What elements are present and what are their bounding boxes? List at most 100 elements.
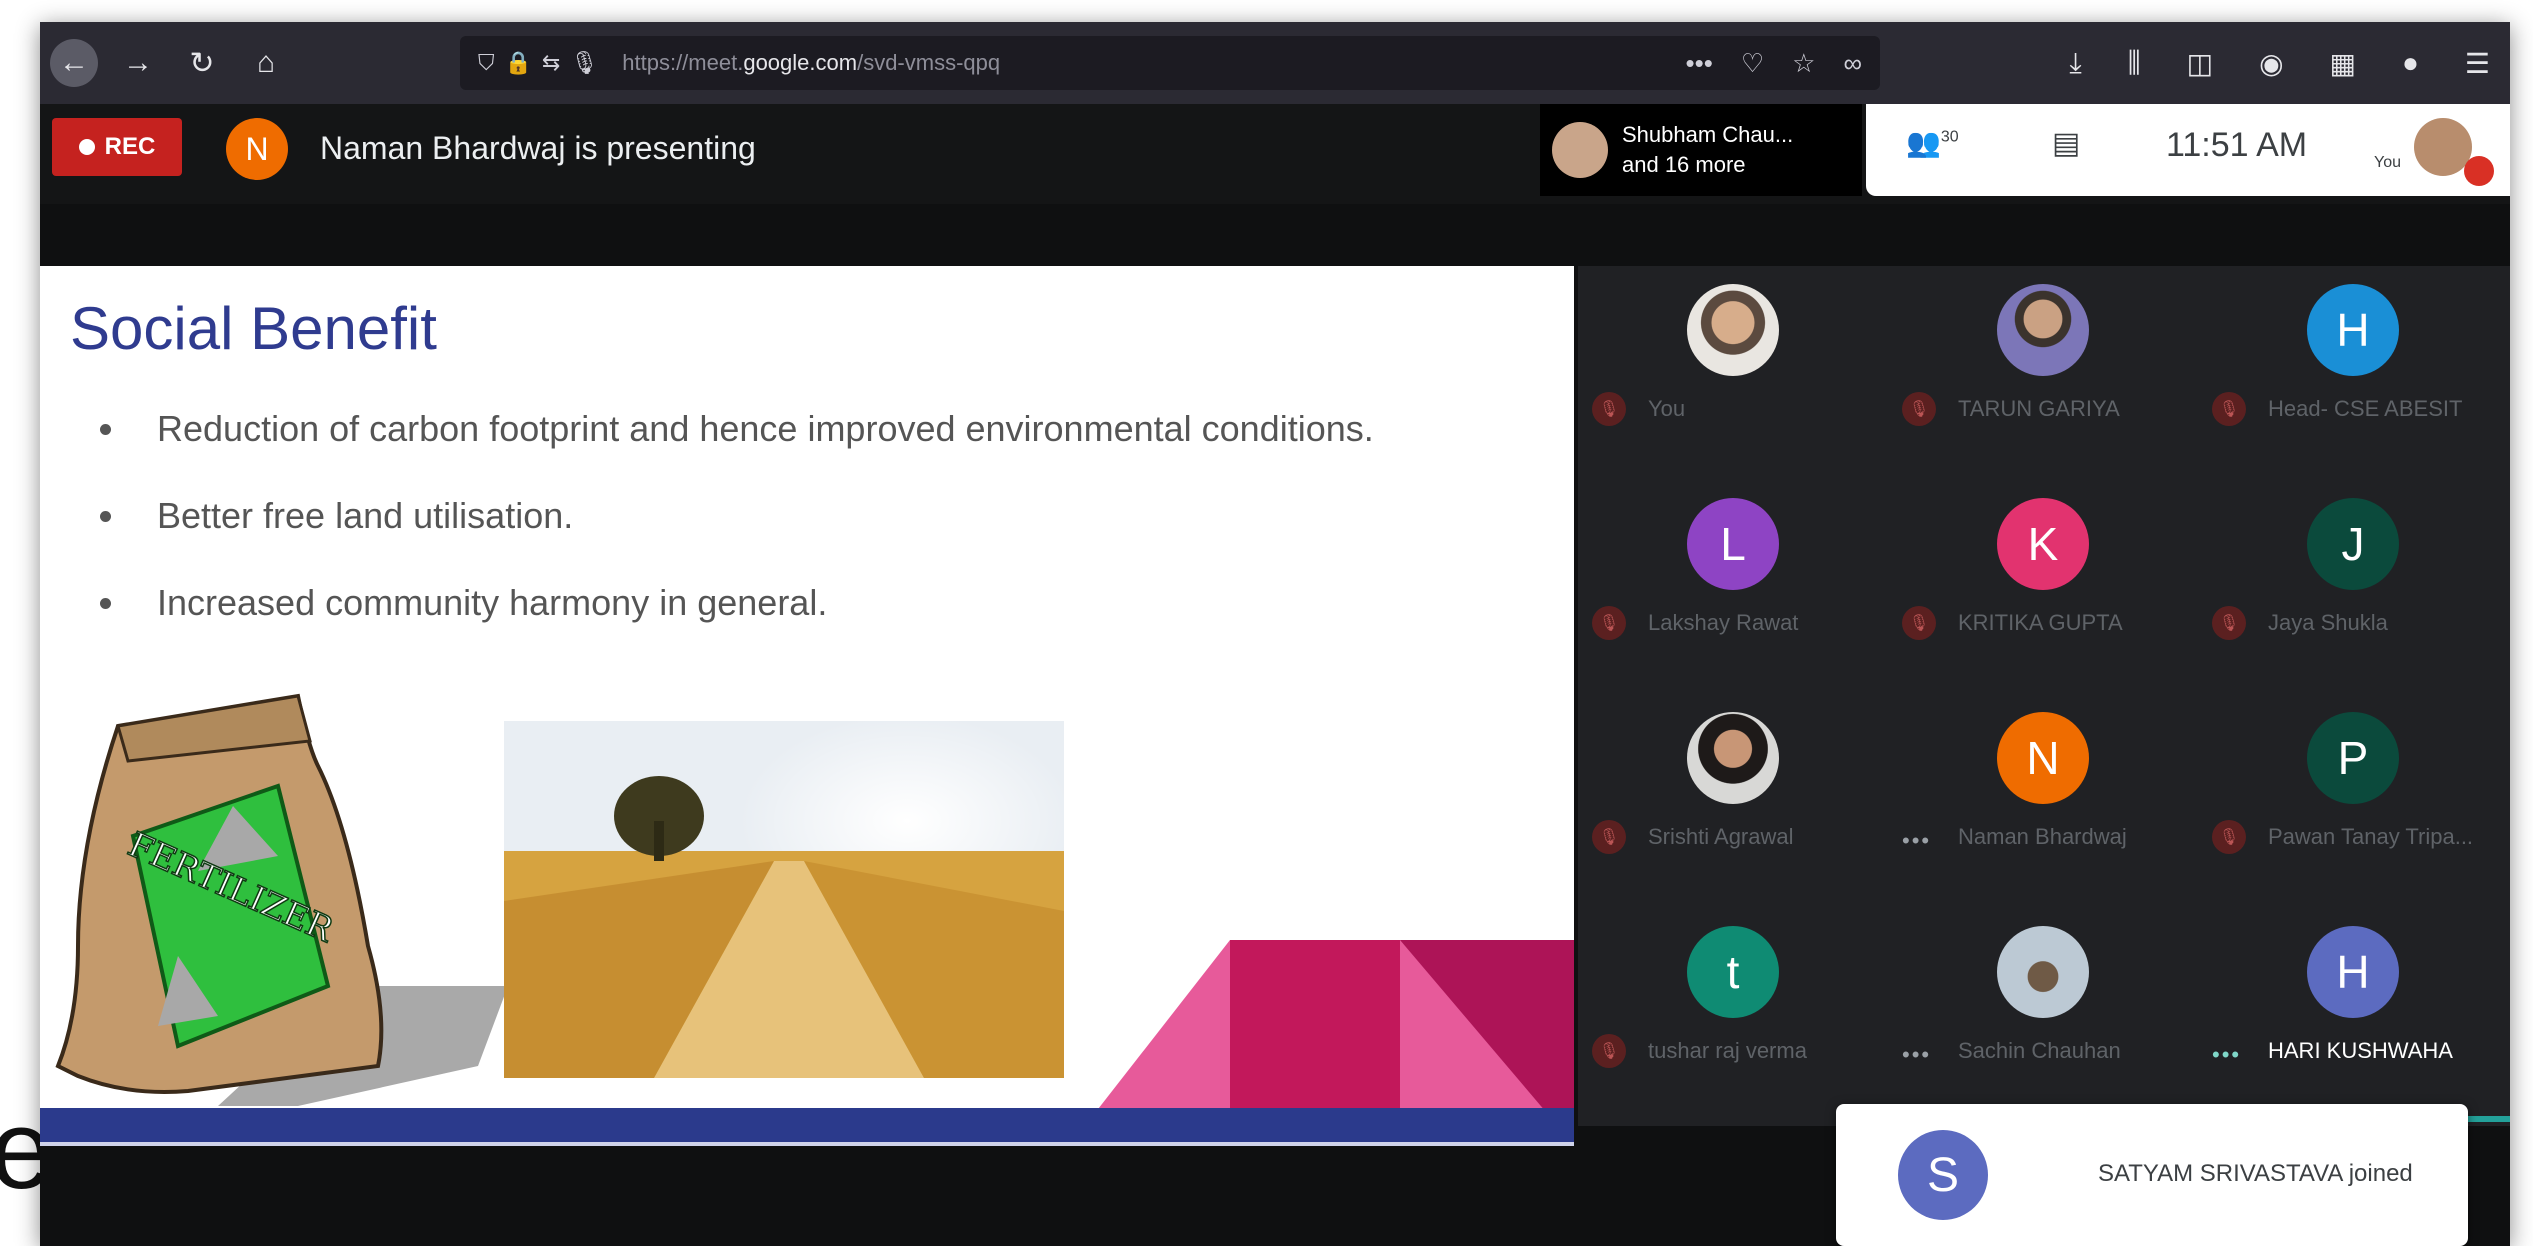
library-icon[interactable]: ⫼ xyxy=(2128,47,2141,80)
others-line-1: Shubham Chau... xyxy=(1622,122,1794,147)
addon-icon[interactable]: ● xyxy=(2402,47,2419,79)
sidebar-icon[interactable]: ◫ xyxy=(2187,47,2213,80)
bookmark-star-icon[interactable]: ☆ xyxy=(1792,48,1815,79)
participant-tile[interactable]: L 🎙 Lakshay Rawat xyxy=(1578,480,1888,694)
participant-name: Pawan Tanay Tripa... xyxy=(2268,824,2474,849)
reload-icon: ↻ xyxy=(189,46,215,80)
mic-off-icon: 🎙 xyxy=(1902,392,1936,426)
joined-text: SATYAM SRIVASTAVA joined xyxy=(2098,1160,2413,1187)
participant-avatar: P xyxy=(2307,712,2399,804)
record-dot-icon xyxy=(78,139,95,155)
participant-grid: 🎙 You 🎙 TARUN GARIYA H 🎙 Head- CSE ABESI… xyxy=(1578,266,2510,1126)
menu-icon[interactable]: ☰ xyxy=(2465,47,2490,80)
participant-avatar xyxy=(1687,284,1779,376)
people-button[interactable]: 👥30 xyxy=(1906,126,1959,159)
bullet-dot-icon xyxy=(100,598,111,609)
arrow-right-icon: → xyxy=(123,46,153,79)
others-text: Shubham Chau... and 16 more xyxy=(1622,120,1793,180)
browser-toolbar-icons: ⤓ ⫼ ◫ ◉ ▦ ● ☰ xyxy=(2069,22,2490,104)
others-avatar xyxy=(1552,122,1608,178)
chat-button[interactable]: ▤ xyxy=(2052,126,2080,161)
participant-name: Sachin Chauhan xyxy=(1958,1038,2121,1063)
extensions-icon[interactable]: ▦ xyxy=(2330,47,2356,80)
mic-off-icon: 🎙 xyxy=(1902,606,1936,640)
participant-tile[interactable]: ••• Sachin Chauhan xyxy=(1888,908,2198,1122)
participant-avatar xyxy=(1687,712,1779,804)
wheat-field-image xyxy=(504,721,1064,1078)
pocket-icon[interactable]: ♡ xyxy=(1741,48,1764,79)
mic-off-icon: 🎙 xyxy=(2212,820,2246,854)
back-button[interactable]: ← xyxy=(50,39,98,87)
home-icon: ⌂ xyxy=(256,46,276,79)
account-icon[interactable]: ◉ xyxy=(2259,47,2283,80)
participant-avatar: K xyxy=(1997,498,2089,590)
url-text: https://meet.google.com/svd-vmss-qpq xyxy=(622,50,1001,75)
slide-bullets: Reduction of carbon footprint and hence … xyxy=(100,408,1374,669)
participant-name: Srishti Agrawal xyxy=(1648,824,1794,849)
bullet-text: Increased community harmony in general. xyxy=(157,582,828,623)
more-options-icon[interactable]: ••• xyxy=(1902,828,1931,854)
participant-avatar: H xyxy=(2307,926,2399,1018)
mic-off-icon: 🎙 xyxy=(2212,606,2246,640)
url-actions: ••• ♡ ☆ ∞ xyxy=(1686,36,1862,90)
participant-avatar: t xyxy=(1687,926,1779,1018)
participant-tile[interactable]: 🎙 Srishti Agrawal xyxy=(1578,694,1888,908)
join-notification: S SATYAM SRIVASTAVA joined xyxy=(1836,1104,2468,1246)
people-icon: 👥 xyxy=(1906,127,1941,158)
browser-toolbar: ← → ↻ ⌂ ⛉🔒⇆🎙 https://meet.google.com/svd… xyxy=(40,22,2510,104)
participant-avatar: H xyxy=(2307,284,2399,376)
presenting-status: Naman Bhardwaj is presenting xyxy=(320,130,756,166)
mic-off-icon: 🎙 xyxy=(1592,820,1626,854)
participant-tile[interactable]: 🎙 You xyxy=(1578,266,1888,480)
mic-off-icon: 🎙 xyxy=(1592,1034,1626,1068)
participant-name: KRITIKA GUPTA xyxy=(1958,610,2123,635)
participant-tile[interactable]: P 🎙 Pawan Tanay Tripa... xyxy=(2198,694,2508,908)
page-actions-icon[interactable]: ••• xyxy=(1686,48,1713,79)
participant-name: Naman Bhardwaj xyxy=(1958,824,2127,849)
participant-avatar: N xyxy=(1997,712,2089,804)
speaking-indicator-icon: ••• xyxy=(2212,1042,2242,1067)
presented-slide: Social Benefit Reduction of carbon footp… xyxy=(40,266,1574,1146)
participant-name: TARUN GARIYA xyxy=(1958,396,2120,421)
participant-name: Jaya Shukla xyxy=(2268,610,2388,635)
meet-controls-bar: 👥30 ▤ 11:51 AM You xyxy=(1866,104,2510,196)
participant-tile[interactable]: N ••• Naman Bhardwaj xyxy=(1888,694,2198,908)
mic-off-icon: 🎙 xyxy=(1592,392,1626,426)
participant-tile[interactable]: 🎙 TARUN GARIYA xyxy=(1888,266,2198,480)
bullet-dot-icon xyxy=(100,424,111,435)
glasses-icon[interactable]: ∞ xyxy=(1843,48,1862,79)
participant-avatar: L xyxy=(1687,498,1779,590)
presenter-avatar: N xyxy=(226,118,288,180)
participant-tile[interactable]: H 🎙 Head- CSE ABESIT xyxy=(2198,266,2508,480)
participant-tile[interactable]: H ••• HARI KUSHWAHA xyxy=(2198,908,2508,1122)
wheat-field-illustration xyxy=(504,721,1064,1078)
mic-off-icon: 🎙 xyxy=(1592,606,1626,640)
forward-button[interactable]: → xyxy=(114,39,162,87)
participant-name: tushar raj verma xyxy=(1648,1038,1807,1063)
slide-bottom-stripe xyxy=(40,1108,1574,1142)
bullet-text: Better free land utilisation. xyxy=(157,495,574,536)
recording-label: REC xyxy=(104,133,156,160)
bullet-text: Reduction of carbon footprint and hence … xyxy=(157,408,1374,449)
reload-button[interactable]: ↻ xyxy=(178,39,226,87)
more-options-icon[interactable]: ••• xyxy=(1902,1042,1931,1068)
participant-name: HARI KUSHWAHA xyxy=(2268,1038,2453,1063)
slide-bottom-line xyxy=(40,1142,1574,1146)
download-icon[interactable]: ⤓ xyxy=(2069,47,2081,80)
others-line-2: and 16 more xyxy=(1622,152,1746,177)
chat-icon: ▤ xyxy=(2052,127,2081,160)
slide-title: Social Benefit xyxy=(70,295,437,362)
others-in-call[interactable]: Shubham Chau... and 16 more xyxy=(1540,104,1862,196)
home-button[interactable]: ⌂ xyxy=(242,39,290,87)
security-icons: ⛉🔒⇆🎙 xyxy=(478,50,609,75)
screenshot-frame: ← → ↻ ⌂ ⛉🔒⇆🎙 https://meet.google.com/svd… xyxy=(40,22,2510,1246)
participant-tile[interactable]: K 🎙 KRITIKA GUPTA xyxy=(1888,480,2198,694)
meet-header: REC N Naman Bhardwaj is presenting Shubh… xyxy=(40,104,2510,204)
participant-avatar: J xyxy=(2307,498,2399,590)
participant-tile[interactable]: t 🎙 tushar raj verma xyxy=(1578,908,1888,1122)
address-bar[interactable]: ⛉🔒⇆🎙 https://meet.google.com/svd-vmss-qp… xyxy=(460,36,1880,90)
mic-off-icon: 🎙 xyxy=(2212,392,2246,426)
participant-tile[interactable]: J 🎙 Jaya Shukla xyxy=(2198,480,2508,694)
bullet-item: Reduction of carbon footprint and hence … xyxy=(100,408,1374,495)
fertilizer-bag-image: FERTILIZER xyxy=(55,693,508,1106)
